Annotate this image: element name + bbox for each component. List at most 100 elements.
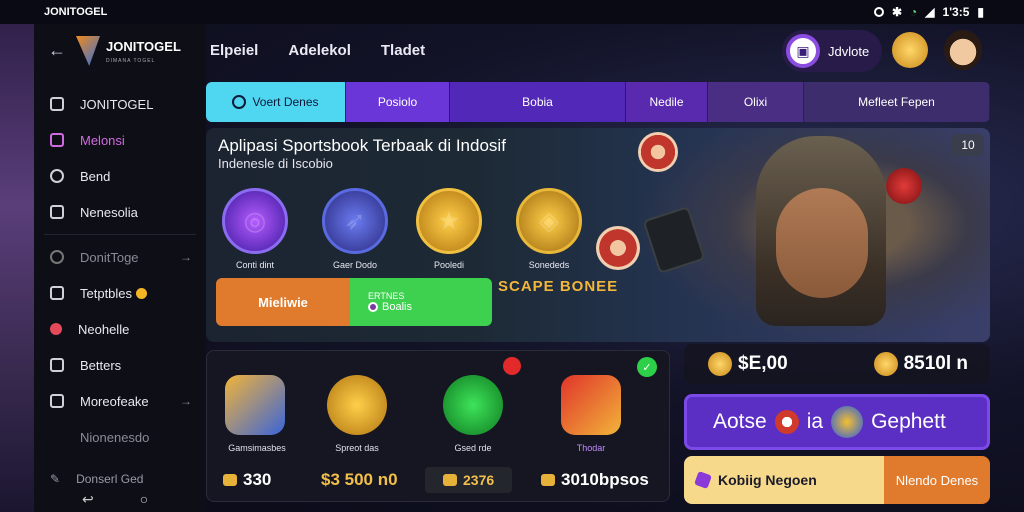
game-icon-pooledi[interactable]: ★ — [416, 188, 482, 254]
status-bar: JONITOGEL ✱ ◔ ◢ 1'3:5 ▮ — [0, 0, 1024, 24]
user-name: Jdvlote — [828, 43, 870, 59]
logo-icon — [76, 36, 100, 66]
game-label: Sonededs — [528, 260, 570, 270]
game-icon-conti[interactable]: ◎ — [222, 188, 288, 254]
battery-icon: ▮ — [977, 5, 984, 19]
sidebar-item-label: Moreofeake — [80, 393, 149, 409]
ball-icon — [831, 406, 864, 438]
game-tile-timer[interactable] — [561, 375, 621, 435]
tab-label: Voert Denes — [252, 95, 319, 109]
alarm-icon — [873, 7, 884, 17]
hero-banner: Aplipasi Sportsbook Terbaak di Indosif I… — [206, 128, 990, 342]
tab-olixi[interactable]: Olixi — [708, 82, 804, 122]
sidebar-item-neohelle[interactable]: Neohelle — [34, 311, 206, 347]
pencil-icon: ✎ — [50, 472, 61, 486]
cta-buttons: Mieliwie ERTNES Boalis — [216, 278, 492, 326]
hero-subtitle: Indenesle di Iscobio — [218, 156, 333, 171]
tab-label: Nedile — [649, 95, 684, 109]
sidebar-item-moreofeake[interactable]: Moreofeake → — [34, 383, 206, 419]
app-screen: JONITOGEL ✱ ◔ ◢ 1'3:5 ▮ ← JONITOGEL DIMA… — [0, 0, 1024, 512]
tab-posiolo[interactable]: Posiolo — [346, 82, 450, 122]
sidebar-item-nenesolia[interactable]: Nenesolia — [34, 194, 206, 230]
game-label: Conti dint — [235, 260, 275, 270]
action-card-right-button[interactable]: Nlendo Denes — [884, 456, 990, 504]
sidebar-footer[interactable]: ✎ Donserl Ged — [50, 472, 143, 486]
casino-chip-icon — [596, 226, 640, 270]
cta-bonus-top: ERTNES — [368, 291, 405, 301]
sidebar-item-nionenesdo[interactable]: Nionenesdo — [34, 419, 206, 455]
sidebar-item-label: JONITOGEL — [80, 96, 154, 112]
game-tile-shield[interactable] — [225, 375, 285, 435]
tab-mefleet-fepen[interactable]: Mefleet Fepen — [804, 82, 990, 122]
promo-card[interactable]: Aotse ia Gephett — [684, 394, 990, 450]
logo-text: JONITOGEL — [106, 39, 181, 54]
promo-card-pre: Aotse — [713, 410, 767, 433]
nav-link-tladet[interactable]: Tladet — [381, 42, 425, 59]
stadium-background — [0, 0, 36, 512]
link-icon — [50, 250, 64, 264]
balance-right: 8510l n — [903, 353, 968, 374]
document-icon — [50, 286, 64, 300]
casino-chip-icon — [638, 132, 678, 172]
logo[interactable]: JONITOGEL DIMANA TOGEL — [76, 36, 181, 66]
bonus-icon — [368, 302, 378, 312]
wallet-icon — [50, 394, 64, 408]
tab-label: Bobia — [522, 95, 553, 109]
top-nav: Elpeiel Adelekol Tladet — [210, 42, 425, 59]
action-card-left-button[interactable]: Kobiig Negoen — [684, 456, 884, 504]
calendar-icon — [50, 205, 64, 219]
square-icon — [50, 97, 64, 111]
sidebar-item-betters[interactable]: Betters — [34, 347, 206, 383]
tab-voert-denes[interactable]: Voert Denes — [206, 82, 346, 122]
user-circle-icon — [232, 95, 247, 109]
status-app-name: JONITOGEL — [44, 6, 108, 18]
casino-chip-icon — [774, 410, 799, 434]
sidebar-item-donittoge[interactable]: DonitToge → — [34, 239, 206, 275]
sidebar-item-label: Tetptbles — [80, 285, 133, 301]
sidebar-menu: JONITOGEL Melonsi Bend Nenesolia DonitTo… — [34, 86, 206, 455]
home-nav-icon[interactable]: ○ — [140, 491, 148, 508]
tab-nedile[interactable]: Nedile — [626, 82, 708, 122]
coin-wallet-icon[interactable] — [892, 32, 928, 68]
sidebar-item-bend[interactable]: Bend — [34, 158, 206, 194]
status-time: 1'3:5 — [942, 5, 970, 19]
clock-icon — [50, 169, 64, 183]
nav-link-adelekol[interactable]: Adelekol — [288, 42, 351, 59]
sidebar-item-label: Nionenesdo — [80, 429, 150, 445]
game-icon-gaer[interactable]: ➶ — [322, 188, 388, 254]
game-icon-sonededs[interactable]: ◈ — [516, 188, 582, 254]
back-nav-icon[interactable]: ↩ — [82, 491, 94, 508]
promo-card-mid: ia — [806, 410, 824, 433]
nav-link-elpeiel[interactable]: Elpeiel — [210, 42, 258, 59]
game-tile-label: Gsed rde — [454, 443, 492, 453]
record-icon — [50, 323, 62, 335]
promo-card-post: Gephett — [871, 410, 946, 433]
user-profile-button[interactable]: ▣ Jdvlote — [782, 30, 882, 72]
tab-label: Olixi — [743, 95, 768, 109]
check-icon: ✓ — [637, 357, 657, 377]
back-arrow-icon[interactable]: ← — [48, 40, 66, 61]
status-icons: ✱ ◔ ◢ 1'3:5 ▮ — [873, 5, 984, 19]
coin-icon — [443, 474, 457, 486]
sidebar-item-melonsi[interactable]: Melonsi — [34, 122, 206, 158]
cta-bonus-button[interactable]: ERTNES Boalis — [350, 278, 492, 326]
logo-subtitle: DIMANA TOGEL — [106, 58, 156, 64]
game-tile-medal[interactable] — [327, 375, 387, 435]
sidebar-item-tetptbles[interactable]: Tetptbles — [34, 275, 206, 311]
balance-card: $E,00 8510l n — [684, 344, 990, 384]
sidebar-item-jonitogel[interactable]: JONITOGEL — [34, 86, 206, 122]
red-ball-image — [886, 168, 922, 204]
hero-title: Aplipasi Sportsbook Terbaak di Indosif — [218, 136, 506, 155]
tab-label: Mefleet Fepen — [858, 95, 935, 109]
warrior-face-image — [776, 188, 868, 298]
promo-text: SCAPE BONEE — [498, 278, 619, 295]
game-tile-value: 3010bpsos — [541, 467, 649, 493]
tab-bobia[interactable]: Bobia — [450, 82, 626, 122]
avatar[interactable] — [944, 30, 982, 70]
user-icon: ▣ — [786, 34, 820, 68]
game-tile-green[interactable] — [443, 375, 503, 435]
sidebar-divider — [44, 234, 196, 235]
arrow-right-icon: → — [180, 250, 192, 264]
cta-primary-button[interactable]: Mieliwie — [216, 278, 350, 326]
sidebar-item-label: Bend — [80, 168, 111, 184]
